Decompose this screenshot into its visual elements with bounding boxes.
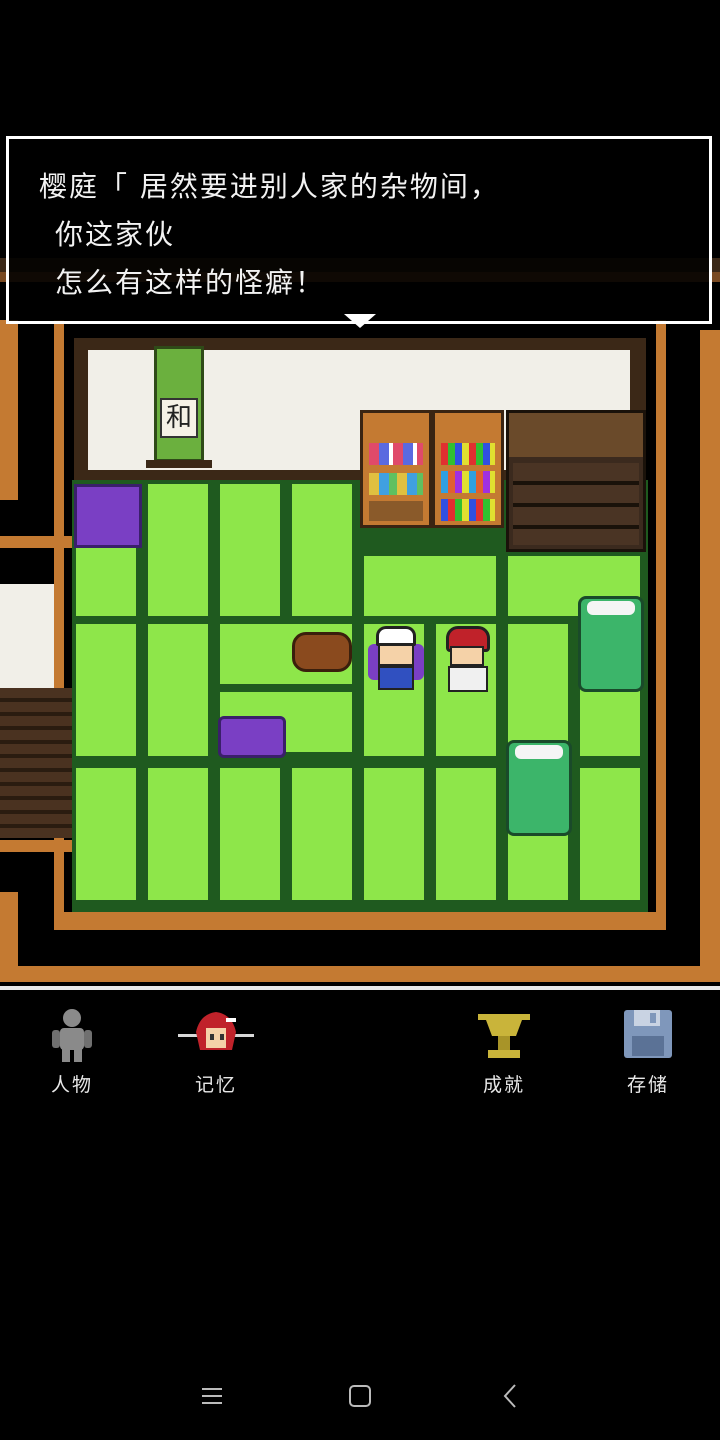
dialogue-line-3: 怎么有这样的怪癖！ [55, 266, 326, 299]
futon-bed[interactable] [578, 596, 644, 692]
bottom-menu: 人物 记忆 成就 存储 [0, 990, 720, 1100]
hanging-scroll[interactable]: 和 [146, 346, 212, 468]
tatami-mat [504, 620, 572, 760]
menu-label: 记忆 [194, 1074, 237, 1096]
back-chevron-icon[interactable] [490, 1376, 530, 1416]
character-body [448, 666, 488, 692]
menu-lines-icon[interactable] [192, 1376, 232, 1416]
tatami-mat [216, 480, 284, 620]
menu-save-button[interactable]: 存储 [598, 998, 698, 1096]
floppy-disk-icon [620, 1006, 676, 1062]
dialogue-line-2: 你这家伙 [55, 218, 176, 251]
left-wall-upper [0, 320, 18, 500]
tatami-mat [288, 764, 356, 904]
menu-memories-button[interactable]: 记忆 [166, 998, 266, 1096]
person-silhouette-icon [44, 1006, 100, 1062]
red-hair-portrait-icon [174, 1006, 258, 1062]
tatami-mat [144, 620, 212, 760]
right-wall [700, 330, 720, 970]
low-round-table[interactable] [292, 632, 352, 672]
left-corridor-floor [0, 688, 72, 838]
tatami-mat [72, 620, 140, 760]
books-row [441, 499, 495, 521]
tatami-mat [72, 764, 140, 904]
bookshelf-books[interactable] [432, 410, 504, 528]
purple-cushion[interactable] [74, 484, 142, 548]
bottles-row [369, 473, 423, 495]
menu-characters-button[interactable]: 人物 [22, 998, 122, 1096]
drawer-rows [513, 463, 639, 545]
scroll-base [146, 460, 212, 468]
tatami-mat [216, 764, 284, 904]
character-face [378, 644, 414, 666]
chest-of-drawers[interactable] [506, 410, 646, 552]
dialogue-box[interactable]: 樱庭「 居然要进别人家的杂物间， 你这家伙 怎么有这样的怪癖！ [6, 136, 712, 324]
trophy-icon [476, 1006, 532, 1062]
left-pillar [74, 338, 88, 480]
futon-pillow [515, 745, 563, 759]
right-pillar [630, 338, 646, 418]
bottles-row [369, 443, 423, 465]
chest-top [509, 413, 643, 457]
tatami-mat [360, 552, 500, 620]
tatami-mat [288, 480, 356, 620]
shelf-drawer [369, 501, 423, 521]
character-face [450, 646, 484, 666]
futon-bed[interactable] [506, 740, 572, 836]
menu-label: 成就 [482, 1074, 525, 1096]
tatami-mat [432, 764, 500, 904]
bottom-wall [0, 966, 720, 982]
player-character-white-hair[interactable] [366, 626, 426, 696]
menu-label: 存储 [626, 1074, 669, 1096]
scroll-text: 和 [160, 398, 198, 438]
system-navigation-bar [0, 1360, 720, 1432]
npc-character-red-hair[interactable] [438, 626, 498, 696]
left-corridor-wall [0, 584, 54, 688]
menu-achievements-button[interactable]: 成就 [454, 998, 554, 1096]
books-row [441, 443, 495, 465]
square-icon[interactable] [340, 1376, 380, 1416]
bookshelf-bottles[interactable] [360, 410, 432, 528]
purple-cushion[interactable] [218, 716, 286, 758]
dialogue-line-1: 樱庭「 居然要进别人家的杂物间， [39, 170, 500, 203]
dialogue-continue-arrow-icon [344, 314, 376, 328]
tatami-mat [576, 764, 644, 904]
left-corridor-bottom [0, 840, 72, 852]
character-hair [376, 626, 416, 646]
menu-label: 人物 [50, 1074, 93, 1096]
character-body [378, 666, 414, 690]
left-corridor-top [0, 536, 72, 548]
books-row [441, 471, 495, 493]
tatami-mat [144, 480, 212, 620]
room-bottom-frame [54, 912, 666, 930]
tatami-mat [144, 764, 212, 904]
futon-pillow [587, 601, 635, 615]
tatami-mat [360, 764, 428, 904]
